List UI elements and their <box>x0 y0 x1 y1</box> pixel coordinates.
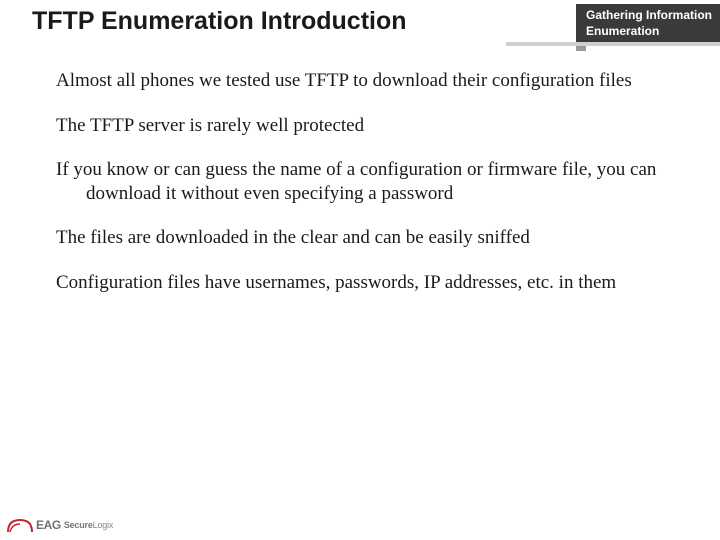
bullet-item: If you know or can guess the name of a c… <box>56 158 672 207</box>
header-underline <box>506 42 720 46</box>
bullet-item: The files are downloaded in the clear an… <box>56 226 672 250</box>
header-tag-line-2: Enumeration <box>586 24 712 40</box>
header-tag-line-1: Gathering Information <box>586 8 712 24</box>
footer-logo: EAG SecureLogix <box>6 516 113 534</box>
logo-brand-short: EAG <box>36 518 61 532</box>
slide-header: TFTP Enumeration Introduction Gathering … <box>0 0 720 43</box>
bullet-item: Configuration files have usernames, pass… <box>56 271 672 295</box>
bullet-item: Almost all phones we tested use TFTP to … <box>56 69 672 93</box>
header-tag: Gathering Information Enumeration <box>576 4 720 43</box>
slide-title: TFTP Enumeration Introduction <box>0 4 576 36</box>
slide-body: Almost all phones we tested use TFTP to … <box>0 43 720 295</box>
logo-brand-long: SecureLogix <box>64 520 113 530</box>
logo-icon <box>6 516 34 534</box>
bullet-item: The TFTP server is rarely well protected <box>56 114 672 138</box>
